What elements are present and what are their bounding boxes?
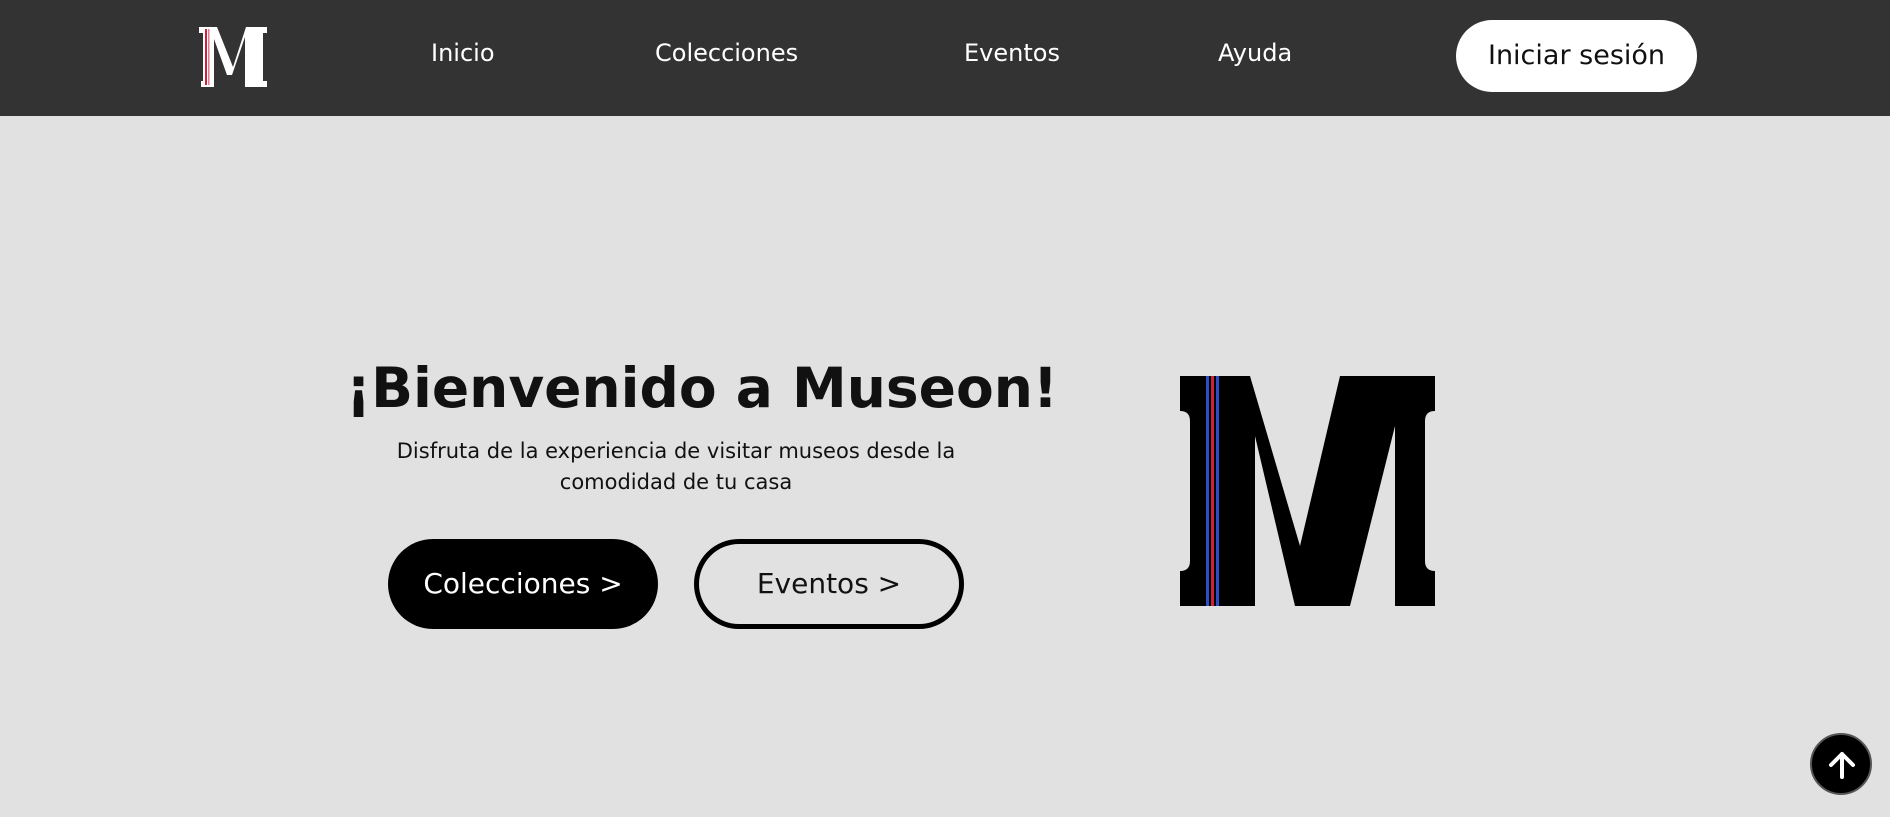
- nav-link-ayuda[interactable]: Ayuda: [1218, 36, 1292, 70]
- hero-title: ¡Bienvenido a Museon!: [346, 356, 1058, 420]
- events-button[interactable]: Eventos >: [694, 539, 964, 629]
- museon-logo-icon[interactable]: [199, 27, 267, 87]
- login-button[interactable]: Iniciar sesión: [1456, 20, 1697, 92]
- hero-subtitle: Disfruta de la experiencia de visitar mu…: [396, 439, 956, 494]
- nav-link-eventos[interactable]: Eventos: [964, 36, 1060, 70]
- museon-hero-logo-icon: [1180, 376, 1435, 606]
- nav-link-inicio[interactable]: Inicio: [431, 36, 495, 70]
- top-navbar: Inicio Colecciones Eventos Ayuda Iniciar…: [0, 0, 1890, 116]
- nav-link-colecciones[interactable]: Colecciones: [655, 36, 798, 70]
- scroll-to-top-button[interactable]: [1810, 733, 1872, 795]
- collections-button[interactable]: Colecciones >: [388, 539, 658, 629]
- arrow-up-icon: [1829, 752, 1855, 779]
